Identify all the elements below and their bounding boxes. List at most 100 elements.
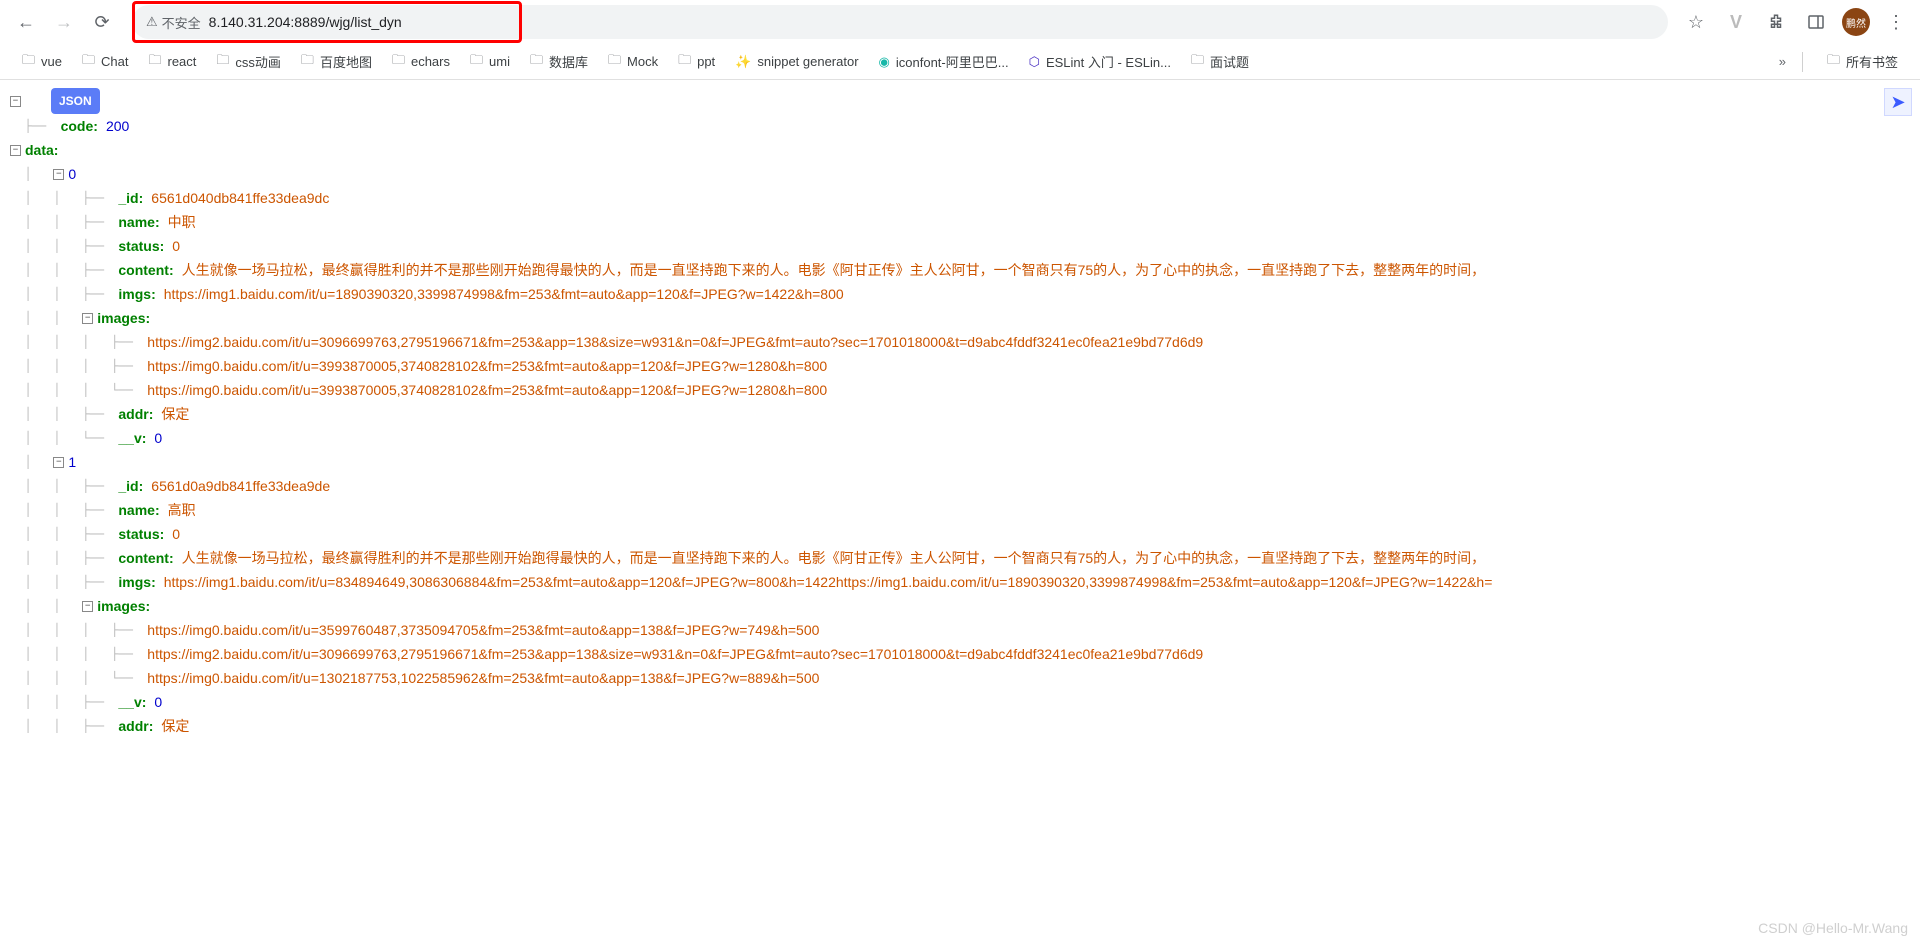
tree-guide: │ [10, 450, 53, 474]
bookmark-label: iconfont-阿里巴巴... [896, 52, 1009, 71]
collapse-toggle[interactable]: − [53, 457, 64, 468]
item0-name-row: │ │ ├── name :中职 [10, 210, 1920, 234]
bookmark-ppt[interactable]: 🗀ppt [670, 47, 723, 77]
bookmark-vue[interactable]: 🗀vue [14, 47, 70, 77]
folder-icon: 🗀 [301, 51, 314, 73]
star-icon[interactable]: ☆ [1682, 8, 1710, 36]
bookmark-mock[interactable]: 🗀Mock [600, 47, 666, 77]
data-row: − data : [10, 138, 1920, 162]
reload-button[interactable]: ⟳ [86, 6, 118, 38]
bookmark-label: snippet generator [757, 54, 858, 69]
browser-toolbar: ← → ⟳ ⚠ 不安全 8.140.31.204:8889/wjg/list_d… [0, 0, 1920, 44]
val: https://img0.baidu.com/it/u=3993870005,3… [147, 354, 827, 378]
item1-images-row: │ │ − images : [10, 594, 1920, 618]
tree-guide: │ │ │ ├── [10, 330, 147, 354]
bookmark-umi[interactable]: 🗀 umi [462, 47, 518, 77]
url-text: 8.140.31.204:8889/wjg/list_dyn [209, 14, 402, 30]
tree-guide: │ │ └── [10, 426, 118, 450]
folder-icon: 🗀 [1827, 51, 1840, 73]
item1-img-2: │ │ │ └── https://img0.baidu.com/it/u=13… [10, 666, 1920, 690]
key-code: code [61, 114, 94, 138]
select-tool-icon[interactable]: ➤ [1884, 88, 1912, 116]
val: 0 [172, 522, 180, 546]
bookmark-label: 所有书签 [1846, 52, 1898, 71]
bookmark-chat[interactable]: 🗀Chat [74, 47, 136, 77]
tree-guide: │ │ ├── [10, 186, 118, 210]
collapse-toggle[interactable]: − [82, 313, 93, 324]
collapse-toggle[interactable]: − [82, 601, 93, 612]
bookmark-eslint[interactable]: ⬡ESLint 入门 - ESLin... [1021, 48, 1179, 75]
tree-guide: │ │ ├── [10, 282, 118, 306]
tree-guide: │ [10, 162, 53, 186]
collapse-toggle[interactable]: − [10, 96, 21, 107]
bookmark-react[interactable]: 🗀react [140, 47, 204, 77]
divider [1802, 52, 1803, 72]
folder-icon: 🗀 [608, 51, 621, 73]
folder-icon: 🗀 [678, 51, 691, 73]
v-extension-icon[interactable]: V [1722, 8, 1750, 36]
panel-icon[interactable] [1802, 8, 1830, 36]
bookmark-echars[interactable]: 🗀 echars [384, 47, 458, 77]
item0-imgs-row: │ │ ├── imgs :https://img1.baidu.com/it/… [10, 282, 1920, 306]
tree-guide: ├── [10, 114, 61, 138]
bookmark-label: echars [411, 54, 450, 69]
bookmark-css[interactable]: 🗀css动画 [208, 47, 289, 77]
item0-status-row: │ │ ├── status :0 [10, 234, 1920, 258]
bookmark-label: umi [489, 54, 510, 69]
idx-1: 1 [68, 450, 76, 474]
key: addr [118, 402, 148, 426]
extensions-icon[interactable] [1762, 8, 1790, 36]
bookmark-iconfont[interactable]: ◉iconfont-阿里巴巴... [871, 48, 1017, 75]
item0-img-2: │ │ │ └── https://img0.baidu.com/it/u=39… [10, 378, 1920, 402]
folder-icon: 🗀 [392, 51, 405, 73]
key: _id [118, 186, 138, 210]
bookmark-snippet[interactable]: ✨snippet generator [727, 50, 866, 74]
item-1-row: │ − 1 [10, 450, 1920, 474]
user-avatar[interactable]: 鹏然 [1842, 8, 1870, 36]
key: addr [118, 714, 148, 738]
json-viewer: ➤ − JSON ├── code : 200 − data : │ − 0 │… [0, 80, 1920, 944]
key: content [118, 546, 169, 570]
key: status [118, 234, 159, 258]
all-bookmarks[interactable]: 🗀 所有书签 [1819, 47, 1906, 77]
bookmark-interview[interactable]: 🗀面试题 [1183, 47, 1257, 77]
item0-img-1: │ │ │ ├── https://img0.baidu.com/it/u=39… [10, 354, 1920, 378]
item0-content-row: │ │ ├── content :人生就像一场马拉松，最终赢得胜利的并不是那些刚… [10, 258, 1920, 282]
bookmarks-bar: 🗀vue 🗀Chat 🗀react 🗀css动画 🗀百度地图 🗀echars 🗀… [0, 44, 1920, 80]
tree-guide: │ │ [10, 594, 82, 618]
menu-icon[interactable]: ⋮ [1882, 8, 1910, 36]
tree-guide: │ │ ├── [10, 234, 118, 258]
bookmark-baidu-map[interactable]: 🗀 百度地图 [293, 47, 380, 77]
val: 6561d040db841ffe33dea9dc [151, 186, 329, 210]
collapse-toggle[interactable]: − [10, 145, 21, 156]
tree-guide: │ │ ├── [10, 522, 118, 546]
val: 人生就像一场马拉松，最终赢得胜利的并不是那些刚开始跑得最快的人，而是一直坚持跑下… [182, 258, 1486, 282]
bookmark-label: react [167, 54, 196, 69]
key: images [97, 306, 145, 330]
url-bar[interactable]: ⚠ 不安全 8.140.31.204:8889/wjg/list_dyn [132, 5, 1668, 39]
bookmark-db[interactable]: 🗀数据库 [522, 47, 596, 77]
tree-guide: │ │ ├── [10, 690, 118, 714]
tree-guide: │ │ [10, 306, 82, 330]
val: 人生就像一场马拉松，最终赢得胜利的并不是那些刚开始跑得最快的人，而是一直坚持跑下… [182, 546, 1486, 570]
tree-guide: │ │ ├── [10, 546, 118, 570]
collapse-toggle[interactable]: − [53, 169, 64, 180]
tree-guide: │ │ ├── [10, 258, 118, 282]
tree-guide: │ │ │ └── [10, 378, 147, 402]
item0-v-row: │ │ └── __v :0 [10, 426, 1920, 450]
bookmark-label: 百度地图 [320, 52, 372, 71]
item1-addr-row: │ │ ├── addr :保定 [10, 714, 1920, 738]
val: https://img2.baidu.com/it/u=3096699763,2… [147, 330, 1203, 354]
val: 0 [154, 690, 162, 714]
bookmark-label: 面试题 [1210, 52, 1249, 71]
item1-content-row: │ │ ├── content :人生就像一场马拉松，最终赢得胜利的并不是那些刚… [10, 546, 1920, 570]
val: https://img2.baidu.com/it/u=3096699763,2… [147, 642, 1203, 666]
folder-icon: 🗀 [470, 51, 483, 73]
idx-0: 0 [68, 162, 76, 186]
tree-guide: │ │ │ └── [10, 666, 147, 690]
overflow-icon[interactable]: » [1779, 54, 1786, 69]
forward-button[interactable]: → [48, 6, 80, 38]
back-button[interactable]: ← [10, 6, 42, 38]
key: __v [118, 426, 141, 450]
tree-guide: │ │ ├── [10, 714, 118, 738]
